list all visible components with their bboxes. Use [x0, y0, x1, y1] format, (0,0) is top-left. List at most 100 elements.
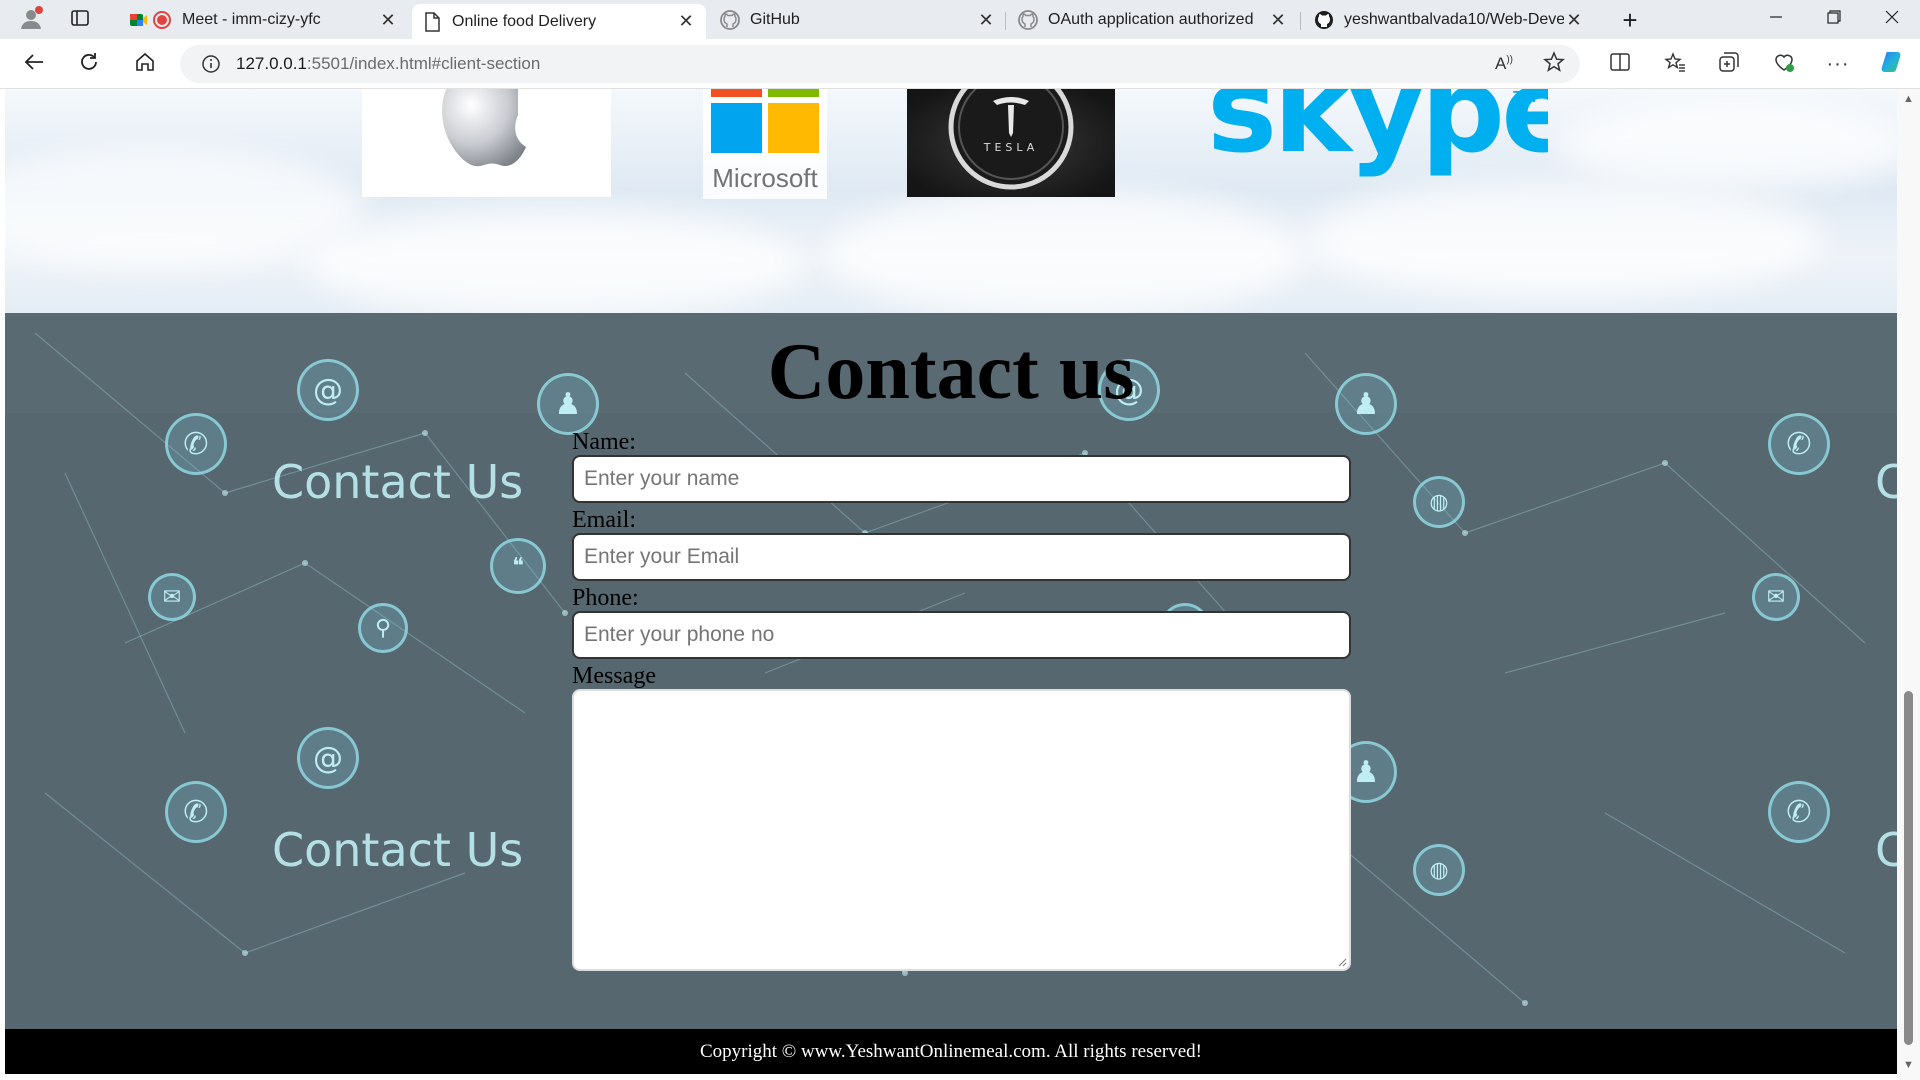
page-footer: Copyright © www.YeshwantOnlinemeal.com. …	[5, 1029, 1897, 1074]
mail-icon: ✉	[1752, 573, 1800, 621]
tab-title: GitHub	[750, 11, 800, 28]
chat-icon: ❝	[490, 538, 546, 594]
vertical-scrollbar[interactable]: ▲ ▼	[1897, 89, 1920, 1080]
contact-form: Name: Enter your name Email: Enter your …	[572, 429, 1353, 971]
back-button[interactable]	[16, 47, 52, 81]
contact-section: @ ✆ ♟ ✉ ❝ ⚲ @ ♟ ◍ ✆ ✉ ⚲ @ ✆ ♟ ✆ ◍ ◍ Cont…	[5, 313, 1897, 1029]
read-aloud-icon: A))	[1494, 54, 1513, 73]
client-section: Microsoft TESLA skype TM	[5, 89, 1897, 313]
skype-wordmark: skype	[1207, 89, 1548, 179]
email-input[interactable]: Enter your Email	[572, 533, 1351, 581]
document-icon	[422, 11, 442, 32]
tab-actions-icon	[70, 8, 90, 33]
tab-title: Meet - imm-cizy-yfc	[182, 11, 321, 28]
tab-web-development-repo[interactable]: yeshwantbalvada10/Web-Develo ✕	[1304, 4, 1594, 36]
page-viewport: Microsoft TESLA skype TM @ ✆ ♟ ✉ ❝ ⚲ @ ♟…	[0, 89, 1920, 1080]
url-path: :5501/index.html#client-section	[306, 54, 541, 73]
phone-input[interactable]: Enter your phone no	[572, 611, 1351, 659]
more-button[interactable]: ···	[1820, 47, 1856, 81]
background-contact-text: Contact Us	[1875, 455, 1897, 509]
restore-icon	[1827, 10, 1841, 29]
close-icon	[1885, 10, 1899, 29]
favorites-icon	[1664, 51, 1686, 78]
name-input[interactable]: Enter your name	[572, 455, 1351, 503]
tab-actions-button[interactable]	[60, 4, 102, 36]
tab-title: Online food Delivery	[452, 12, 597, 30]
phone-icon: ✆	[165, 781, 227, 843]
tab-close-icon[interactable]: ✕	[1564, 10, 1584, 30]
globe-icon: ◍	[1413, 476, 1465, 528]
copilot-icon	[1880, 49, 1906, 80]
favorite-star-icon	[1543, 50, 1565, 78]
address-bar[interactable]: 127.0.0.1:5501/index.html#client-section	[180, 45, 1580, 83]
background-contact-text: Contact Us	[272, 455, 524, 509]
collections-icon	[1718, 51, 1740, 78]
scrollbar-thumb[interactable]	[1904, 691, 1913, 1045]
microsoft-logo: Microsoft	[703, 89, 827, 199]
url-host: 127.0.0.1	[236, 54, 307, 73]
github-icon	[1018, 10, 1038, 30]
tab-close-icon[interactable]: ✕	[1268, 10, 1288, 30]
close-window-button[interactable]	[1864, 0, 1920, 39]
minimize-button[interactable]	[1748, 0, 1804, 39]
read-aloud-button[interactable]: A))	[1486, 47, 1522, 81]
github-icon	[1314, 10, 1334, 30]
location-pin-icon: ⚲	[358, 603, 408, 653]
google-meet-icon	[128, 10, 172, 30]
tab-online-food-delivery[interactable]: Online food Delivery ✕	[412, 4, 706, 39]
skype-logo: skype TM	[1203, 89, 1548, 197]
tab-separator	[1005, 12, 1006, 30]
copilot-button[interactable]	[1875, 47, 1911, 81]
tesla-wordmark: TESLA	[983, 141, 1039, 154]
scroll-up-icon[interactable]: ▲	[1902, 93, 1915, 106]
tab-github[interactable]: GitHub ✕	[710, 4, 1006, 36]
url-text: 127.0.0.1:5501/index.html#client-section	[236, 54, 540, 74]
copyright-text: Copyright © www.YeshwantOnlinemeal.com. …	[699, 1040, 1203, 1062]
info-icon[interactable]	[200, 53, 222, 75]
message-textarea[interactable]	[572, 689, 1351, 971]
tab-meet[interactable]: Meet - imm-cizy-yfc ✕	[118, 4, 408, 36]
tab-title: OAuth application authorized	[1048, 11, 1254, 28]
home-button[interactable]	[127, 47, 163, 81]
browser-essentials-button[interactable]	[1766, 47, 1802, 81]
message-label: Message	[572, 663, 656, 689]
split-screen-icon	[1609, 51, 1631, 78]
tab-strip: Meet - imm-cizy-yfc ✕ Online food Delive…	[0, 0, 1920, 39]
microsoft-wordmark: Microsoft	[712, 163, 818, 193]
collections-button[interactable]	[1711, 47, 1747, 81]
apple-logo	[362, 89, 611, 197]
phone-icon: ✆	[1768, 781, 1830, 843]
restore-button[interactable]	[1806, 0, 1862, 39]
profile-button[interactable]	[8, 4, 50, 36]
minimize-icon	[1769, 10, 1783, 29]
background-contact-text: Contact Us	[1875, 823, 1897, 877]
new-tab-button[interactable]: +	[1612, 4, 1648, 36]
phone-icon: ✆	[165, 413, 227, 475]
email-label: Email:	[572, 507, 636, 533]
phone-icon: ✆	[1768, 413, 1830, 475]
tesla-logo: TESLA	[907, 89, 1115, 197]
github-icon	[720, 10, 740, 30]
split-screen-button[interactable]	[1602, 47, 1638, 81]
tab-oauth[interactable]: OAuth application authorized ✕	[1008, 4, 1298, 36]
scroll-down-icon[interactable]: ▼	[1902, 1059, 1915, 1072]
back-icon	[23, 51, 45, 78]
skype-trademark: TM	[1513, 89, 1537, 106]
resize-grip-icon[interactable]	[1337, 957, 1347, 967]
more-icon: ···	[1826, 52, 1850, 75]
tab-close-icon[interactable]: ✕	[378, 10, 398, 30]
tab-close-icon[interactable]: ✕	[676, 11, 696, 32]
home-icon	[134, 51, 156, 78]
refresh-icon	[78, 51, 100, 78]
browser-essentials-icon	[1773, 51, 1795, 78]
phone-label: Phone:	[572, 585, 639, 611]
favorites-button[interactable]	[1657, 47, 1693, 81]
globe-icon: ◍	[1413, 844, 1465, 896]
add-favorite-button[interactable]	[1536, 47, 1572, 81]
tab-close-icon[interactable]: ✕	[976, 10, 996, 30]
refresh-button[interactable]	[71, 47, 107, 81]
tab-title: yeshwantbalvada10/Web-Develo	[1344, 11, 1564, 28]
tab-separator	[1300, 12, 1301, 30]
mail-icon: ✉	[148, 573, 196, 621]
name-label: Name:	[572, 429, 636, 455]
